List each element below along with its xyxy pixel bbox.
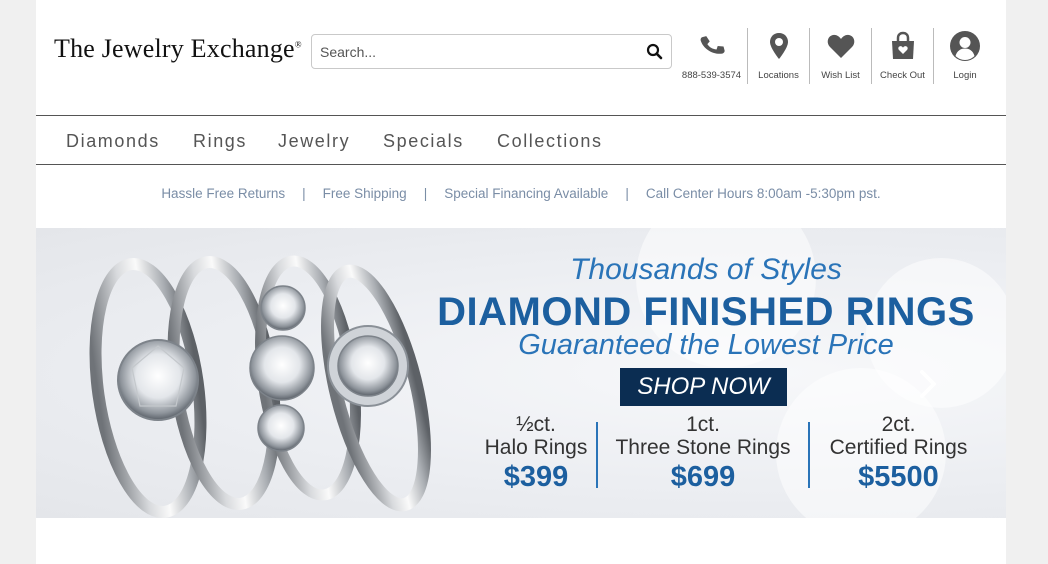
- utility-locations[interactable]: Locations: [748, 28, 810, 84]
- utility-wishlist[interactable]: Wish List: [810, 28, 872, 84]
- benefit-financing[interactable]: Special Financing Available: [444, 186, 608, 201]
- separator: |: [423, 186, 428, 201]
- deal-name: Halo Rings: [484, 436, 588, 459]
- banner-tagline: Thousands of Styles: [570, 253, 842, 286]
- deal-three-stone-rings[interactable]: 1ct. Three Stone Rings $699: [608, 414, 798, 494]
- utility-label: Login: [953, 70, 977, 81]
- deal-size: 1ct.: [686, 413, 720, 436]
- benefit-returns[interactable]: Hassle Free Returns: [161, 186, 285, 201]
- utility-login[interactable]: Login: [934, 28, 996, 84]
- shopping-bag-icon: [891, 31, 914, 59]
- user-icon: [950, 31, 980, 61]
- deal-price: $399: [503, 461, 569, 493]
- nav-item-jewelry[interactable]: Jewelry: [278, 131, 350, 152]
- chevron-right-icon[interactable]: [916, 368, 940, 400]
- banner-subline: Guaranteed the Lowest Price: [518, 329, 894, 361]
- page: The Jewelry Exchange® 888-539-3574: [36, 0, 1006, 564]
- nav-item-specials[interactable]: Specials: [383, 131, 464, 152]
- map-pin-icon: [769, 33, 788, 59]
- benefit-shipping[interactable]: Free Shipping: [323, 186, 407, 201]
- site-logo[interactable]: The Jewelry Exchange®: [54, 34, 302, 64]
- nav-item-rings[interactable]: Rings: [193, 131, 247, 152]
- hero-banner[interactable]: Thousands of Styles DIAMOND FINISHED RIN…: [36, 228, 1006, 518]
- utility-phone[interactable]: 888-539-3574: [676, 28, 748, 84]
- utility-links: 888-539-3574 Locations Wish List Check O…: [676, 28, 996, 84]
- site-header: The Jewelry Exchange® 888-539-3574: [36, 0, 1006, 115]
- main-nav: Diamonds Rings Jewelry Specials Collecti…: [36, 115, 1006, 165]
- utility-label: Check Out: [880, 70, 925, 81]
- deal-price: $5500: [858, 461, 939, 493]
- deal-name: Three Stone Rings: [615, 436, 791, 459]
- heart-icon: [827, 34, 854, 58]
- separator: |: [302, 186, 306, 201]
- shop-now-button[interactable]: SHOP NOW: [620, 368, 787, 406]
- separator: |: [625, 186, 629, 201]
- deal-price: $699: [670, 461, 736, 493]
- utility-checkout[interactable]: Check Out: [872, 28, 934, 84]
- search-box: [311, 34, 672, 69]
- deal-divider: [808, 422, 810, 488]
- utility-label: Wish List: [821, 70, 860, 81]
- nav-item-diamonds[interactable]: Diamonds: [66, 131, 160, 152]
- benefits-bar: Hassle Free Returns | Free Shipping | Specia…: [36, 186, 1006, 206]
- deal-halo-rings[interactable]: ½ct. Halo Rings $399: [461, 414, 611, 494]
- rings-image: [89, 255, 431, 518]
- logo-text: The Jewelry Exchange: [54, 34, 295, 63]
- deal-size: ½ct.: [516, 413, 556, 436]
- nav-item-collections[interactable]: Collections: [497, 131, 603, 152]
- deal-certified-rings[interactable]: 2ct. Certified Rings $5500: [816, 414, 981, 494]
- search-input[interactable]: [320, 42, 630, 62]
- utility-label: Locations: [758, 70, 799, 81]
- phone-icon: [700, 36, 725, 54]
- deal-size: 2ct.: [881, 413, 916, 436]
- search-button[interactable]: [645, 42, 665, 62]
- logo-registered-mark: ®: [294, 39, 302, 50]
- deal-name: Certified Rings: [829, 436, 968, 459]
- search-icon: [646, 43, 663, 60]
- benefit-call-hours[interactable]: Call Center Hours 8:00am -5:30pm pst.: [646, 186, 881, 201]
- deal-divider: [596, 422, 598, 488]
- utility-label: 888-539-3574: [681, 70, 742, 81]
